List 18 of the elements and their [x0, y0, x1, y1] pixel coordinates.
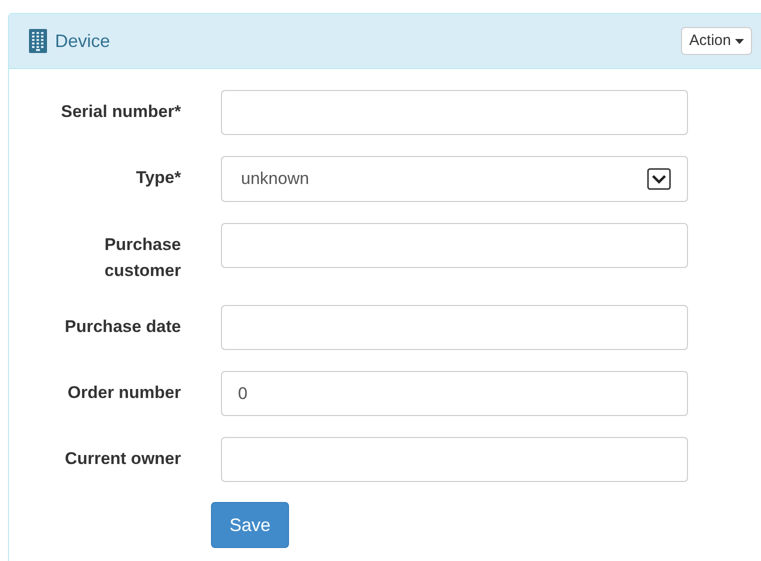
field-label: Serial number* [61, 101, 181, 123]
save-button[interactable]: Save [211, 502, 289, 548]
text-field[interactable] [221, 305, 688, 350]
text-field[interactable] [221, 223, 688, 268]
field-label: Current owner [64, 448, 181, 470]
text-field[interactable]: 0 [221, 371, 688, 416]
type-select[interactable]: unknown [221, 156, 688, 202]
text-field[interactable] [221, 437, 688, 482]
text-field[interactable] [221, 90, 688, 135]
action-button[interactable]: Action [681, 27, 752, 55]
field-label: Purchase customer [103, 234, 181, 282]
field-label: Type* [136, 167, 181, 189]
field-label: Purchase date [64, 316, 181, 338]
panel-title: Device [55, 30, 112, 52]
caret-icon [735, 38, 744, 44]
field-label: Order number [68, 382, 181, 404]
chevron-down-icon [647, 168, 671, 190]
building-icon [29, 29, 47, 53]
